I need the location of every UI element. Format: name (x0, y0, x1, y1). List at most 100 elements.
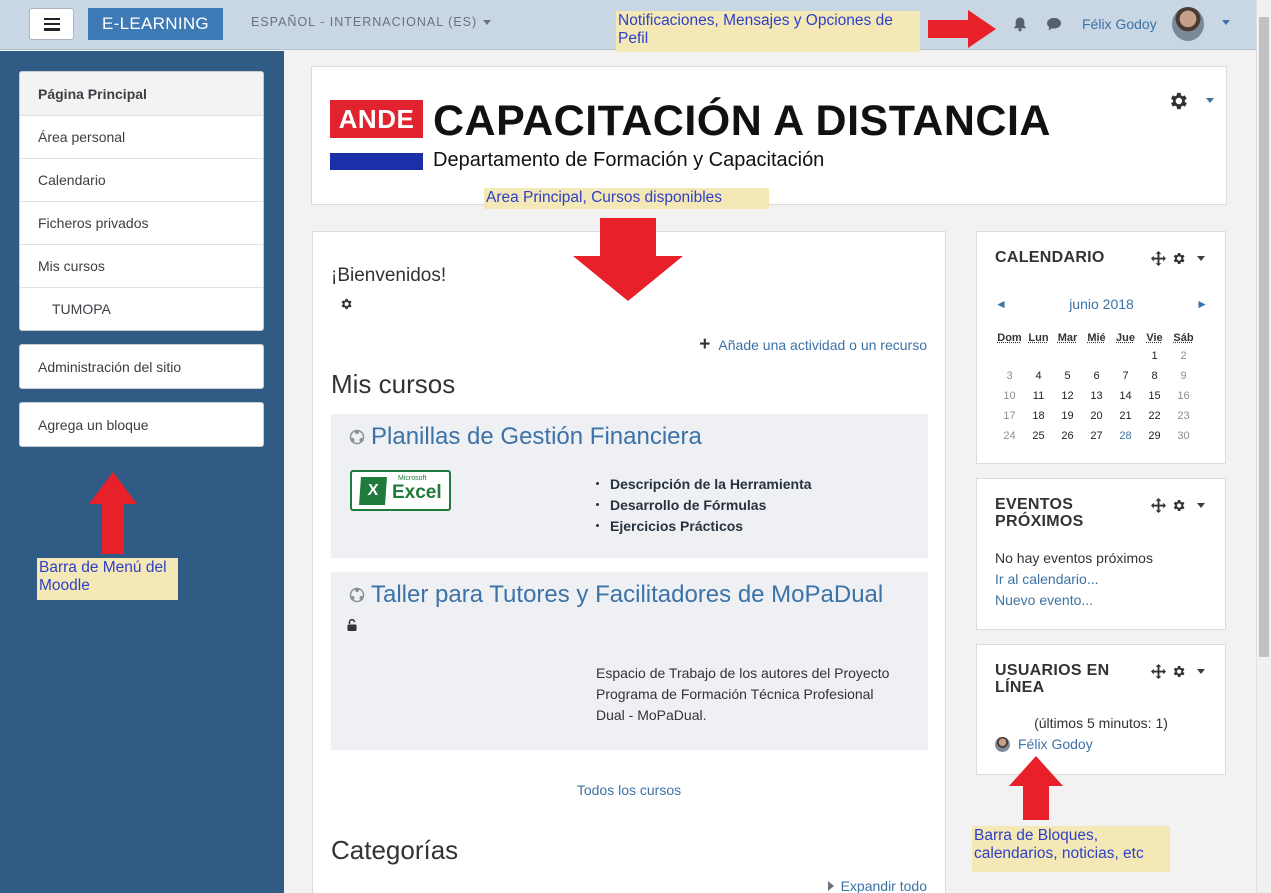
chat-bubble-icon[interactable] (1046, 16, 1062, 32)
calendar-day[interactable]: 25 (1024, 426, 1053, 446)
page-header: ANDE CAPACITACIÓN A DISTANCIA Departamen… (311, 66, 1227, 205)
bell-icon[interactable] (1012, 16, 1028, 32)
calendar-day[interactable]: 21 (1111, 406, 1140, 426)
list-item: Descripción de la Herramienta (596, 473, 812, 494)
calendar-day[interactable]: 30 (1169, 426, 1198, 446)
calendar-day[interactable]: 20 (1082, 406, 1111, 426)
go-to-calendar-link[interactable]: Ir al calendario... (995, 569, 1099, 590)
calendar-day[interactable]: 17 (995, 406, 1024, 426)
calendar-day[interactable]: 22 (1140, 406, 1169, 426)
calendar-week-row: 17 18 19 20 21 22 23 (995, 406, 1198, 426)
calendar-day (995, 346, 1024, 366)
add-block-menu: Agrega un bloque (19, 402, 264, 447)
calendar-day[interactable]: 19 (1053, 406, 1082, 426)
my-courses-heading: Mis cursos (331, 369, 455, 400)
categories-heading: Categorías (331, 835, 458, 866)
calendar-day[interactable]: 5 (1053, 366, 1082, 386)
online-user-link[interactable]: Félix Godoy (995, 736, 1093, 752)
course-icon (349, 429, 365, 445)
calendar-day[interactable]: 26 (1053, 426, 1082, 446)
user-menu-name[interactable]: Félix Godoy (1082, 16, 1157, 32)
move-icon[interactable] (1151, 664, 1166, 679)
course-title-link[interactable]: Planillas de Gestión Financiera (349, 423, 702, 451)
nav-item-course-tumopa[interactable]: TUMOPA (20, 287, 263, 330)
calendar-day[interactable]: 8 (1140, 366, 1169, 386)
site-brand[interactable]: E-LEARNING (88, 8, 223, 40)
nav-item-home[interactable]: Página Principal (20, 72, 263, 115)
calendar-day (1024, 346, 1053, 366)
calendar-day[interactable]: 27 (1082, 426, 1111, 446)
calendar-weekday: Lun (1024, 330, 1053, 346)
calendar-day[interactable]: 14 (1111, 386, 1140, 406)
new-event-link[interactable]: Nuevo evento... (995, 590, 1093, 611)
calendar-day[interactable]: 1 (1140, 346, 1169, 366)
user-menu-chevron-icon[interactable] (1222, 20, 1230, 25)
course-card: Taller para Tutores y Facilitadores de M… (331, 572, 928, 750)
calendar-day[interactable]: 15 (1140, 386, 1169, 406)
chevron-down-icon[interactable] (1197, 503, 1205, 508)
calendar-week-row: 12 (995, 346, 1198, 366)
calendar-day[interactable]: 6 (1082, 366, 1111, 386)
calendar-day[interactable]: 28 (1111, 426, 1140, 446)
calendar-month[interactable]: junio 2018 (1069, 296, 1134, 312)
header-subtitle: Departamento de Formación y Capacitación (433, 149, 824, 172)
calendar-day[interactable]: 13 (1082, 386, 1111, 406)
user-avatar[interactable] (1172, 7, 1204, 41)
calendar-day[interactable]: 18 (1024, 406, 1053, 426)
page-scrollbar[interactable] (1256, 0, 1271, 893)
calendar-weekday: Sáb (1169, 330, 1198, 346)
calendar-day[interactable]: 2 (1169, 346, 1198, 366)
ande-logo: ANDE (330, 100, 423, 138)
gear-icon[interactable] (1171, 498, 1186, 513)
course-card: Planillas de Gestión Financiera X Micros… (331, 414, 928, 558)
hamburger-icon (44, 18, 60, 31)
user-avatar (995, 737, 1010, 752)
excel-logo-small: Microsoft (398, 475, 426, 482)
calendar-day[interactable]: 10 (995, 386, 1024, 406)
expand-all-label: Expandir todo (841, 878, 927, 893)
list-item: Ejercicios Prácticos (596, 515, 812, 536)
next-month-icon[interactable]: ► (1196, 297, 1208, 311)
nav-item-private-files[interactable]: Ficheros privados (20, 201, 263, 244)
calendar-day[interactable]: 9 (1169, 366, 1198, 386)
move-icon[interactable] (1151, 251, 1166, 266)
calendar-weekday: Mié (1082, 330, 1111, 346)
calendar-day[interactable]: 23 (1169, 406, 1198, 426)
calendar-day[interactable]: 29 (1140, 426, 1169, 446)
chevron-down-icon[interactable] (1197, 669, 1205, 674)
course-title-link[interactable]: Taller para Tutores y Facilitadores de M… (349, 581, 883, 609)
language-menu[interactable]: ESPAÑOL - INTERNACIONAL (ES) (251, 15, 491, 29)
calendar-day[interactable]: 7 (1111, 366, 1140, 386)
nav-item-dashboard[interactable]: Área personal (20, 115, 263, 158)
expand-all-link[interactable]: Expandir todo (828, 878, 927, 893)
nav-item-site-admin[interactable]: Administración del sitio (20, 345, 263, 388)
add-activity-link[interactable]: + Añade una actividad o un recurso (699, 337, 927, 353)
calendar-day[interactable]: 12 (1053, 386, 1082, 406)
scrollbar-thumb[interactable] (1259, 17, 1269, 657)
nav-item-my-courses[interactable]: Mis cursos (20, 244, 263, 287)
nav-item-calendar[interactable]: Calendario (20, 158, 263, 201)
drawer-toggle-button[interactable] (29, 8, 74, 40)
gear-icon[interactable] (1171, 664, 1186, 679)
add-block-button[interactable]: Agrega un bloque (20, 403, 263, 446)
block-title: EVENTOS PRÓXIMOS (995, 496, 1135, 530)
header-menu-chevron-icon[interactable] (1206, 98, 1214, 103)
move-icon[interactable] (1151, 498, 1166, 513)
calendar-day[interactable]: 3 (995, 366, 1024, 386)
chevron-down-icon (483, 20, 491, 25)
gear-icon[interactable] (1167, 90, 1189, 112)
calendar-week-row: 24 25 26 27 28 29 30 (995, 426, 1198, 446)
calendar-grid: Dom Lun Mar Mié Jue Vie Sáb 1 2 3 4 5 6 7 8 9 10 11 12 13 1… (995, 330, 1198, 446)
calendar-day[interactable]: 4 (1024, 366, 1053, 386)
course-icon (349, 587, 365, 603)
all-courses-link[interactable]: Todos los cursos (313, 782, 945, 798)
chevron-down-icon[interactable] (1197, 256, 1205, 261)
edit-settings-gear-icon[interactable] (339, 297, 353, 311)
calendar-day[interactable]: 24 (995, 426, 1024, 446)
course-title: Planillas de Gestión Financiera (371, 423, 702, 451)
gear-icon[interactable] (1171, 251, 1186, 266)
prev-month-icon[interactable]: ◄ (995, 297, 1007, 311)
arrow-up-icon (1009, 756, 1063, 820)
calendar-day[interactable]: 16 (1169, 386, 1198, 406)
calendar-day[interactable]: 11 (1024, 386, 1053, 406)
